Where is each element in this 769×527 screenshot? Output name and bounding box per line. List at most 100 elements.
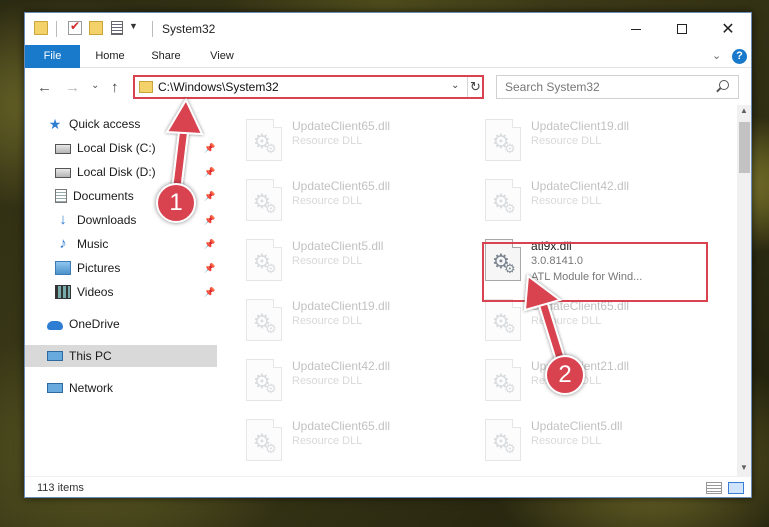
file-item[interactable]: ⚙ ⚙ UpdateClient42.dll Resource DLL xyxy=(481,173,711,229)
file-description: Resource DLL xyxy=(292,135,363,147)
tab-file[interactable]: File xyxy=(25,45,80,68)
pin-icon[interactable]: 📌 xyxy=(204,143,215,154)
file-name: UpdateClient19.dll xyxy=(292,299,391,313)
pin-icon[interactable]: 📌 xyxy=(204,215,215,226)
file-description: Resource DLL xyxy=(531,315,602,327)
maximize-icon xyxy=(677,24,687,34)
pin-icon[interactable]: 📌 xyxy=(204,239,215,250)
customize-quick-access-dropdown-icon[interactable]: ▼ xyxy=(129,21,138,31)
ribbon-tabs: File Home Share View ⌄ ? xyxy=(25,45,751,68)
sidebar-item-local-disk-d[interactable]: Local Disk (D:) xyxy=(55,161,156,183)
pin-icon[interactable]: 📌 xyxy=(204,191,215,202)
sidebar-item-pictures[interactable]: Pictures xyxy=(55,257,120,279)
scroll-up-arrow-icon[interactable]: ▲ xyxy=(740,106,748,115)
back-arrow-icon[interactable]: ← xyxy=(37,79,52,96)
music-icon: ♪ xyxy=(59,235,67,252)
file-item[interactable]: ⚙ ⚙ UpdateClient5.dll Resource DLL xyxy=(242,233,472,289)
step-badge-1: 1 xyxy=(156,183,196,223)
pin-icon[interactable]: 📌 xyxy=(204,263,215,274)
sidebar-item-label: Documents xyxy=(73,189,134,203)
address-bar[interactable]: C:\Windows\System32 ⌄ ↻ xyxy=(133,75,484,99)
folder-icon xyxy=(139,81,153,93)
scrollbar-thumb[interactable] xyxy=(739,122,750,173)
file-item[interactable]: ⚙ ⚙ UpdateClient65.dll Resource DLL xyxy=(242,173,472,229)
tab-home[interactable]: Home xyxy=(85,45,135,68)
sidebar-item-videos[interactable]: Videos xyxy=(55,281,113,303)
dll-file-icon: ⚙ ⚙ xyxy=(485,179,521,221)
file-item[interactable]: ⚙ ⚙ UpdateClient19.dll Resource DLL xyxy=(481,113,711,169)
sidebar-item-downloads[interactable]: ↓ Downloads xyxy=(55,209,136,231)
search-input[interactable]: Search System32 xyxy=(496,75,739,99)
sidebar-item-quick-access[interactable]: ★ Quick access xyxy=(47,113,141,135)
document-icon xyxy=(55,189,67,203)
file-name: UpdateClient65.dll xyxy=(292,119,391,133)
navigation-pane: ★ Quick access Local Disk (C:) Local Dis… xyxy=(25,105,217,475)
divider xyxy=(152,21,153,37)
file-item[interactable]: ⚙⚙ UpdateClient21.dll Resource DLL xyxy=(481,353,711,409)
up-arrow-icon[interactable]: ↑ xyxy=(111,79,119,96)
dll-file-icon: ⚙ ⚙ xyxy=(246,119,282,161)
tab-view[interactable]: View xyxy=(197,45,247,68)
star-icon: ★ xyxy=(48,116,62,132)
sidebar-item-label: Downloads xyxy=(77,213,137,227)
maximize-button[interactable] xyxy=(659,13,705,45)
new-folder-icon[interactable] xyxy=(89,21,103,35)
vertical-scrollbar[interactable]: ▲ ▼ xyxy=(737,105,751,477)
tab-share[interactable]: Share xyxy=(140,45,192,68)
sidebar-item-label: Local Disk (C:) xyxy=(77,141,156,155)
file-description: Resource DLL xyxy=(292,255,363,267)
scroll-down-arrow-icon[interactable]: ▼ xyxy=(740,463,748,472)
sidebar-item-onedrive[interactable]: OneDrive xyxy=(47,313,120,335)
file-item[interactable]: ⚙ ⚙ UpdateClient65.dll Resource DLL xyxy=(242,113,472,169)
pin-icon[interactable]: 📌 xyxy=(204,287,215,298)
refresh-icon[interactable]: ↻ xyxy=(467,77,483,97)
file-description: Resource DLL xyxy=(292,435,363,447)
file-item[interactable]: ⚙ ⚙ UpdateClient65.dll Resource DLL xyxy=(242,413,472,469)
address-dropdown-icon[interactable]: ⌄ xyxy=(451,80,459,91)
view-icon[interactable] xyxy=(111,21,123,35)
network-icon xyxy=(47,383,63,393)
details-view-icon[interactable] xyxy=(706,482,722,494)
sidebar-item-label: OneDrive xyxy=(69,317,120,331)
window-title: System32 xyxy=(162,22,216,36)
dll-file-icon: ⚙ ⚙ xyxy=(246,359,282,401)
close-button[interactable]: ✕ xyxy=(705,13,751,45)
file-description: Resource DLL xyxy=(292,375,363,387)
forward-arrow-icon[interactable]: → xyxy=(65,79,80,96)
dll-file-icon: ⚙ ⚙ xyxy=(485,419,521,461)
large-icons-view-icon[interactable] xyxy=(728,482,744,494)
step-badge-2: 2 xyxy=(545,355,585,395)
file-name: UpdateClient5.dll xyxy=(531,419,623,433)
video-icon xyxy=(55,285,71,299)
search-placeholder: Search System32 xyxy=(505,80,600,94)
recent-locations-chevron-icon[interactable]: ⌄ xyxy=(91,80,99,91)
drive-icon xyxy=(55,144,71,154)
pin-icon[interactable]: 📌 xyxy=(204,167,215,178)
help-icon[interactable]: ? xyxy=(732,49,747,64)
sidebar-item-network[interactable]: Network xyxy=(47,377,113,399)
sidebar-item-documents[interactable]: Documents xyxy=(55,185,134,207)
file-name: UpdateClient42.dll xyxy=(531,179,630,193)
dll-file-icon: ⚙ ⚙ xyxy=(246,419,282,461)
search-icon[interactable] xyxy=(719,80,729,90)
sidebar-item-label: Music xyxy=(77,237,109,251)
sidebar-item-this-pc[interactable]: This PC xyxy=(25,345,217,367)
file-item[interactable]: ⚙ ⚙ UpdateClient5.dll Resource DLL xyxy=(481,413,711,469)
sidebar-item-music[interactable]: ♪ Music xyxy=(55,233,108,255)
address-path[interactable]: C:\Windows\System32 xyxy=(158,80,279,94)
pictures-icon xyxy=(55,261,71,275)
cloud-icon xyxy=(47,321,63,330)
minimize-button[interactable] xyxy=(613,13,659,45)
expand-ribbon-chevron-icon[interactable]: ⌄ xyxy=(712,49,721,62)
divider xyxy=(56,21,57,37)
dll-file-icon: ⚙ ⚙ xyxy=(246,239,282,281)
title-bar: ▼ System32 ✕ xyxy=(25,13,751,45)
properties-icon[interactable] xyxy=(68,19,82,35)
sidebar-item-local-disk-c[interactable]: Local Disk (C:) xyxy=(55,137,217,159)
close-icon: ✕ xyxy=(721,21,735,38)
file-item[interactable]: ⚙ ⚙ UpdateClient42.dll Resource DLL xyxy=(242,353,472,409)
sidebar-item-label: Quick access xyxy=(69,117,141,131)
file-item[interactable]: ⚙ ⚙ UpdateClient19.dll Resource DLL xyxy=(242,293,472,349)
item-count: 113 items xyxy=(37,482,84,494)
file-list: ⚙ ⚙ UpdateClient65.dll Resource DLL ⚙ ⚙ Up… xyxy=(218,105,738,475)
